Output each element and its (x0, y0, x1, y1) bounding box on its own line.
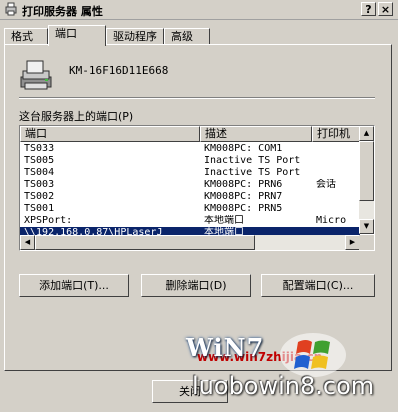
column-header-description[interactable]: 描述 (200, 126, 312, 142)
printer-cell: 会话 (316, 179, 336, 190)
scroll-corner (359, 235, 374, 250)
description-cell: KM008PC: PRN7 (204, 191, 283, 202)
title-bar[interactable]: 打印服务器 属性 ? × (0, 0, 398, 20)
window-title: 打印服务器 属性 (22, 5, 103, 18)
tab-format[interactable]: 格式 (4, 28, 48, 45)
table-row[interactable]: XPSPort: 本地端口 Micro (20, 215, 360, 227)
column-header-port[interactable]: 端口 (20, 126, 200, 142)
printer-icon (5, 2, 17, 16)
scroll-up-icon[interactable]: ▲ (359, 126, 374, 141)
scroll-left-icon[interactable]: ◀ (20, 235, 35, 250)
description-cell: KM008PC: PRN5 (204, 203, 283, 214)
ports-listview[interactable]: 端口 描述 打印机 TS033 KM008PC: COM1 TS005 Inac… (19, 125, 375, 251)
description-cell: 本地端口 (204, 215, 244, 226)
description-cell: Inactive TS Port (204, 155, 301, 166)
tab-drivers[interactable]: 驱动程序 (106, 28, 164, 45)
vertical-scroll-thumb[interactable] (359, 141, 374, 201)
configure-port-button[interactable]: 配置端口(C)... (261, 274, 375, 297)
port-cell: TS004 (24, 167, 55, 178)
ports-panel: KM-16F16D11E668 这台服务器上的端口(P) 端口 描述 打印机 T… (4, 44, 392, 371)
help-button[interactable]: ? (361, 2, 376, 16)
tab-ports[interactable]: 端口 (48, 25, 106, 46)
separator (19, 97, 375, 99)
table-row[interactable]: TS033 KM008PC: COM1 (20, 143, 360, 155)
port-cell: XPSPort: (24, 215, 73, 226)
table-row[interactable]: TS002 KM008PC: PRN7 (20, 191, 360, 203)
close-window-button[interactable]: × (378, 2, 393, 16)
server-name: KM-16F16D11E668 (69, 64, 169, 77)
vertical-scrollbar[interactable]: ▲ ▼ (359, 126, 374, 234)
description-cell: KM008PC: PRN6 (204, 179, 283, 190)
tab-strip: 格式 端口 驱动程序 高级 (4, 25, 394, 46)
print-server-icon (20, 60, 52, 90)
watermark-win-text: WiN7 (186, 333, 265, 362)
ports-list-label: 这台服务器上的端口(P) (19, 110, 134, 123)
table-row[interactable]: TS001 KM008PC: PRN5 (20, 203, 360, 215)
table-row[interactable]: TS004 Inactive TS Port (20, 167, 360, 179)
scroll-down-icon[interactable]: ▼ (359, 219, 374, 234)
port-cell: TS002 (24, 191, 55, 202)
printer-cell: Micro (316, 215, 347, 226)
port-cell: TS005 (24, 155, 55, 166)
scroll-right-icon[interactable]: ▶ (345, 235, 360, 250)
table-row[interactable]: TS003 KM008PC: PRN6 会话 (20, 179, 360, 191)
port-cell: TS033 (24, 143, 55, 154)
horizontal-scroll-thumb[interactable] (35, 235, 255, 250)
description-cell: Inactive TS Port (204, 167, 301, 178)
watermark-site2: luobowin8.com (192, 372, 375, 400)
listview-header: 端口 描述 打印机 (20, 126, 372, 142)
tab-advanced[interactable]: 高级 (164, 28, 210, 45)
description-cell: KM008PC: COM1 (204, 143, 283, 154)
horizontal-scrollbar[interactable]: ◀ ▶ (20, 235, 360, 250)
table-row[interactable]: TS005 Inactive TS Port (20, 155, 360, 167)
port-cell: TS003 (24, 179, 55, 190)
delete-port-button[interactable]: 删除端口(D) (141, 274, 251, 297)
add-port-button[interactable]: 添加端口(T)... (19, 274, 129, 297)
port-cell: TS001 (24, 203, 55, 214)
